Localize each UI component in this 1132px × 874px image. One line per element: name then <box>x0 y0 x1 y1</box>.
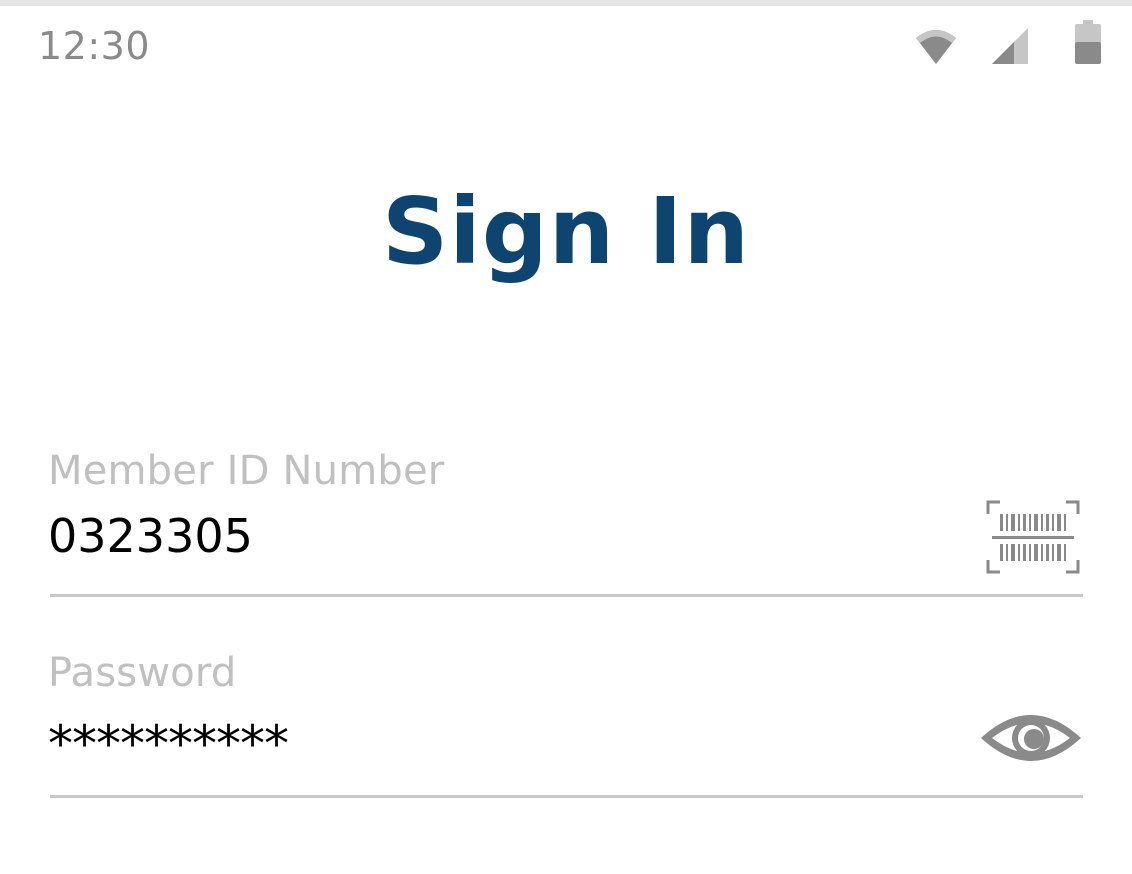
barcode-scan-icon <box>986 500 1080 574</box>
password-field: Password <box>48 650 1083 802</box>
member-id-label: Member ID Number <box>48 448 445 494</box>
member-id-field: Member ID Number <box>48 448 1083 600</box>
password-underline <box>50 795 1083 798</box>
password-input[interactable] <box>48 716 948 772</box>
page-title: Sign In <box>382 178 750 285</box>
member-id-underline <box>50 594 1083 597</box>
password-label: Password <box>48 650 237 696</box>
status-icons <box>914 20 1104 70</box>
cellular-signal-icon <box>992 28 1028 64</box>
show-password-button[interactable] <box>978 708 1084 768</box>
battery-icon <box>1075 20 1101 64</box>
barcode-scan-button[interactable] <box>986 500 1080 574</box>
member-id-input[interactable] <box>48 508 948 564</box>
eye-icon <box>981 715 1081 761</box>
status-bar: 12:30 <box>0 6 1132 86</box>
wifi-icon <box>916 30 956 64</box>
status-time: 12:30 <box>38 24 151 68</box>
